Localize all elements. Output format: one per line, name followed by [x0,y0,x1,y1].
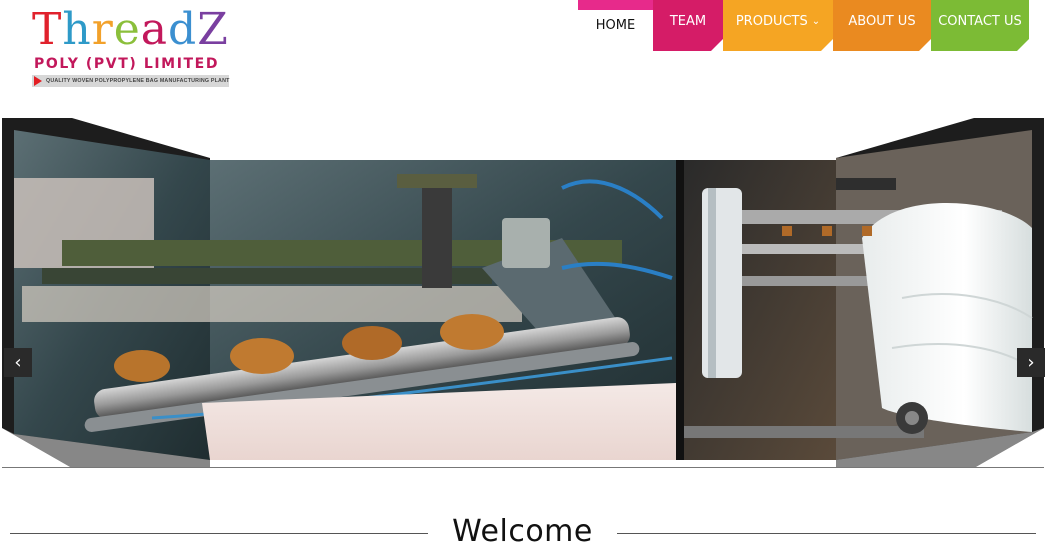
logo-letter: r [91,4,114,55]
corner-fold [821,39,833,51]
welcome-heading: Welcome [452,514,593,549]
logo-letter: h [62,4,92,55]
nav-team[interactable]: TEAM [653,0,723,51]
nav-about-label: ABOUT US [848,14,916,29]
chevron-down-icon: ⌄ [811,16,821,27]
corner-fold [1017,39,1029,51]
nav-home-label: HOME [595,18,636,33]
play-triangle-icon [34,76,42,86]
logo-letter: a [140,4,169,55]
corner-fold [711,39,723,51]
logo-letter: T [32,4,63,55]
nav-team-label: TEAM [669,14,707,29]
nav-contact-label: CONTACT US [938,14,1022,29]
chevron-right-icon[interactable]: › [1017,348,1045,377]
site-logo[interactable]: ThreadZ POLY (PVT) LIMITED QUALITY WOVEN… [32,2,232,87]
chevron-left-icon[interactable]: ‹ [4,348,32,377]
logo-tagline: QUALITY WOVEN POLYPROPYLENE BAG MANUFACT… [46,78,230,84]
corner-fold [919,39,931,51]
slide-image [2,118,1044,468]
logo-subtitle: POLY (PVT) LIMITED [34,56,220,72]
nav-home[interactable]: HOME [578,0,653,51]
logo-letter: e [113,4,141,55]
nav-products[interactable]: PRODUCTS ⌄ [723,0,833,51]
logo-wordmark: ThreadZ [32,2,229,58]
nav-contact[interactable]: CONTACT US [931,0,1029,51]
logo-letter: d [168,4,198,55]
welcome-rule-right [617,533,1036,534]
nav-products-label: PRODUCTS [735,14,808,29]
welcome-rule-left [10,533,428,534]
section-divider [2,467,1044,468]
nav-about[interactable]: ABOUT US [833,0,931,51]
logo-tagline-bar: QUALITY WOVEN POLYPROPYLENE BAG MANUFACT… [32,75,229,87]
hero-slider: ‹ › [2,118,1045,468]
logo-letter: Z [197,4,229,55]
